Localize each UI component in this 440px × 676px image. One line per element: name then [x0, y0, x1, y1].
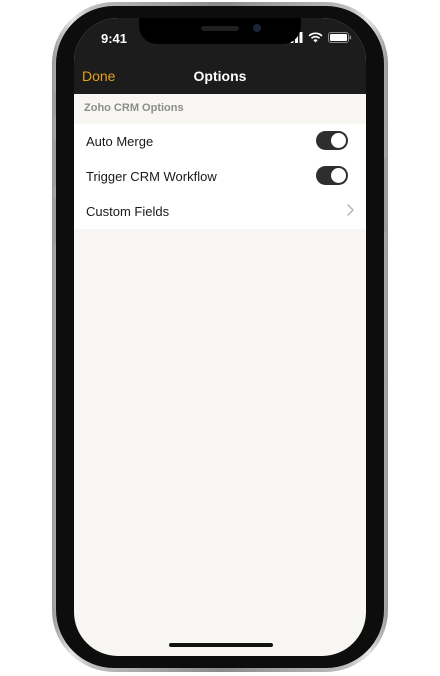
side-power-button	[384, 158, 388, 232]
notch	[139, 18, 301, 44]
trigger-crm-workflow-toggle[interactable]	[316, 166, 348, 185]
status-time: 9:41	[101, 31, 128, 46]
section-header: Zoho CRM Options	[84, 102, 184, 114]
toggle-knob	[331, 133, 346, 148]
row-label-auto-merge: Auto Merge	[86, 134, 154, 149]
row-trigger-crm-workflow: Trigger CRM Workflow	[74, 159, 366, 194]
page: 9:41 Done Options Zoho CRM Options Auto …	[0, 0, 440, 676]
battery-icon	[328, 32, 352, 43]
earpiece-speaker	[201, 26, 239, 31]
phone-screen: 9:41 Done Options Zoho CRM Options Auto …	[74, 18, 366, 656]
row-custom-fields[interactable]: Custom Fields	[74, 194, 366, 229]
row-label-custom-fields: Custom Fields	[86, 204, 170, 219]
home-indicator[interactable]	[169, 643, 273, 647]
row-auto-merge: Auto Merge	[74, 124, 366, 159]
options-list: Auto Merge Trigger CRM Workflow Custom F…	[74, 124, 366, 229]
front-camera	[253, 24, 261, 32]
volume-up-button	[52, 140, 56, 186]
page-title: Options	[193, 68, 247, 84]
chevron-right-icon	[347, 204, 354, 216]
row-label-trigger-crm-workflow: Trigger CRM Workflow	[86, 169, 217, 184]
toggle-knob	[331, 168, 346, 183]
volume-down-button	[52, 198, 56, 244]
mute-switch	[52, 92, 56, 116]
auto-merge-toggle[interactable]	[316, 131, 348, 150]
wifi-icon	[308, 32, 323, 43]
